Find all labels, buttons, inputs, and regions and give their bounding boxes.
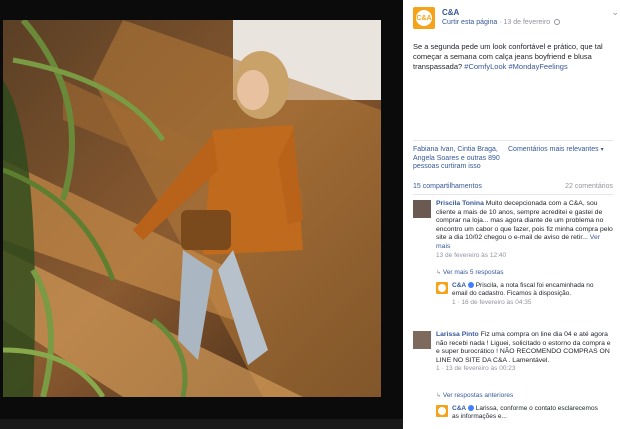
post-side-panel: C&A C&A Curtir esta página · 13 de fever… [403, 0, 620, 429]
comment-item: Larissa Pinto Fiz uma compra on line dia… [413, 331, 613, 391]
bottom-strip [0, 419, 403, 429]
reply-text: Priscila, a nota fiscal foi encaminhada … [452, 282, 594, 298]
post-caption: Se a segunda pede um look confortável e … [413, 42, 613, 72]
divider [413, 140, 613, 141]
reply-arrow-icon: ↳ [436, 270, 442, 276]
page-name[interactable]: C&A [442, 8, 459, 17]
sort-comments-dropdown[interactable]: Comentários mais relevantes ▾ [508, 146, 604, 153]
avatar[interactable] [413, 331, 431, 349]
verified-icon [467, 405, 474, 412]
comment-author[interactable]: Priscila Tonina [436, 200, 484, 207]
comment-body: Larissa Pinto Fiz uma compra on line dia… [436, 331, 614, 374]
reply-author[interactable]: C&A [452, 282, 466, 289]
reply-author[interactable]: C&A [452, 405, 466, 412]
post-date[interactable]: 13 de fevereiro [504, 19, 551, 26]
reply-avatar[interactable] [436, 282, 448, 294]
post-meta: Curtir esta página · 13 de fevereiro [442, 19, 561, 26]
reply-avatar[interactable] [436, 405, 448, 417]
shares-count[interactable]: 15 compartilhamentos [413, 183, 482, 190]
view-replies-link[interactable]: ↳ Ver mais 5 respostas [436, 269, 504, 276]
reply-item: C&A Larissa, conforme o contato esclarec… [436, 405, 606, 429]
post-photo[interactable] [3, 20, 381, 397]
globe-icon [554, 19, 561, 26]
reaction-names[interactable]: Fabiana Ivan, Cintia Braga, Angela Soare… [413, 146, 505, 172]
comment-meta[interactable]: 13 de fevereiro às 12:40 [436, 252, 614, 261]
view-replies-label: Ver respostas anteriores [442, 392, 514, 399]
reply-text: Larissa, conforme o contato esclarecemos… [452, 405, 598, 421]
view-replies-label: Ver mais 5 respostas [442, 269, 504, 276]
reply-item: C&A Priscila, a nota fiscal foi encaminh… [436, 282, 606, 320]
comment-author[interactable]: Larissa Pinto [436, 331, 479, 338]
sort-label: Comentários mais relevantes [508, 146, 599, 153]
brand-logo-icon: C&A [416, 10, 432, 26]
chevron-down-icon: ▾ [600, 147, 604, 153]
engagement-counts: 15 compartilhamentos 22 comentários [413, 183, 613, 190]
reply-meta[interactable]: 1 · 16 de fevereiro às 04:35 [452, 299, 606, 307]
avatar[interactable] [413, 200, 431, 218]
post-header: C&A C&A Curtir esta página · 13 de fever… [413, 7, 619, 33]
hashtag-comfylook[interactable]: #ComfyLook [464, 62, 506, 71]
photo-image [3, 20, 381, 397]
more-options-icon[interactable]: ⌄ [611, 7, 619, 18]
verified-icon [467, 282, 474, 289]
comments-count[interactable]: 22 comentários [565, 183, 613, 190]
photo-viewer: C&A C&A Curtir esta página · 13 de fever… [0, 0, 620, 429]
like-page-link[interactable]: Curtir esta página [442, 19, 497, 26]
reply-body: C&A Larissa, conforme o contato esclarec… [452, 405, 606, 422]
page-avatar[interactable]: C&A [413, 7, 435, 29]
comment-body: Priscila Tonina Muito decepcionada com a… [436, 200, 614, 260]
hashtag-mondayfeelings[interactable]: #MondayFeelings [509, 62, 568, 71]
view-replies-link[interactable]: ↳ Ver respostas anteriores [436, 392, 513, 399]
reply-arrow-icon: ↳ [436, 393, 442, 399]
comment-meta[interactable]: 1 · 13 de fevereiro às 00:23 [436, 365, 614, 374]
reply-body: C&A Priscila, a nota fiscal foi encaminh… [452, 282, 606, 307]
divider [413, 194, 613, 195]
